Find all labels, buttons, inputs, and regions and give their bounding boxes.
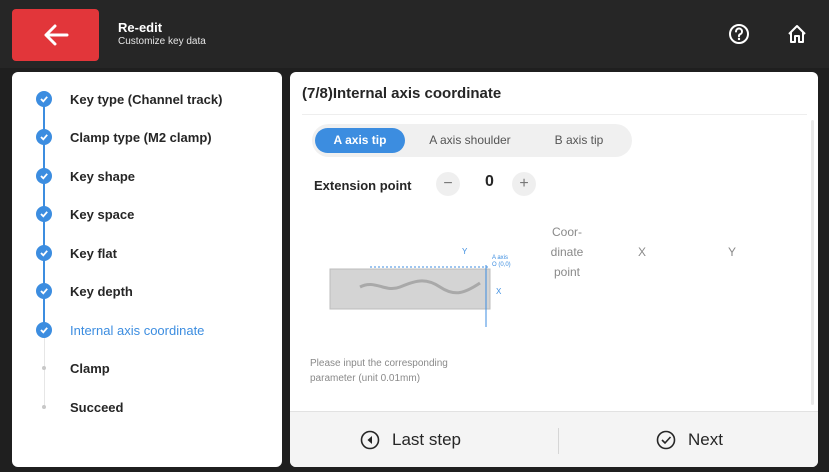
- step-item: Key space: [12, 195, 282, 233]
- next-label: Next: [688, 430, 723, 449]
- key-axis-diagram: Y X A axis O (0,0): [320, 247, 520, 337]
- help-circle-icon[interactable]: [728, 23, 750, 45]
- pending-dot-icon: [42, 405, 46, 409]
- step-label: Key type (Channel track): [70, 91, 223, 107]
- hint-line: Please input the corresponding: [310, 358, 448, 369]
- header-bar: Re-edit Customize key data: [0, 0, 829, 68]
- footer-divider: [558, 428, 559, 454]
- back-button[interactable]: [12, 9, 99, 61]
- step-label: Succeed: [70, 399, 124, 415]
- scrollbar[interactable]: [811, 120, 814, 405]
- check-icon: [36, 322, 52, 338]
- circle-check-icon: [656, 430, 676, 450]
- axis-tabs: A axis tip A axis shoulder B axis tip: [312, 124, 632, 157]
- decrement-button[interactable]: −: [436, 172, 460, 196]
- x-column-header: X: [637, 245, 646, 259]
- content-panel: (7/8)Internal axis coordinate A axis tip…: [290, 72, 818, 467]
- step-label: Key depth: [70, 283, 133, 299]
- extension-point-label: Extension point: [314, 178, 412, 193]
- step-label: Key shape: [70, 168, 136, 184]
- axis-y-label: Y: [462, 247, 468, 256]
- step-label: Internal axis coordinate: [70, 322, 205, 338]
- y-column-header: Y: [727, 245, 736, 259]
- home-icon[interactable]: [786, 23, 808, 45]
- page-subtitle: Customize key data: [118, 36, 206, 47]
- step-label: Clamp type (M2 clamp): [70, 129, 212, 145]
- header-titles: Re-edit Customize key data: [118, 20, 206, 49]
- tab-a-axis-shoulder[interactable]: A axis shoulder: [415, 128, 525, 153]
- step-label: Clamp: [70, 360, 110, 376]
- check-icon: [36, 206, 52, 222]
- next-button[interactable]: Next: [656, 412, 723, 467]
- origin-label: A axis: [492, 255, 509, 261]
- page-title: Re-edit: [118, 20, 163, 35]
- last-step-label: Last step: [392, 430, 461, 449]
- step-item: Clamp: [12, 349, 282, 387]
- step-label: Key flat: [70, 245, 117, 261]
- tab-b-axis-tip[interactable]: B axis tip: [534, 128, 624, 153]
- step-item: Key shape: [12, 157, 282, 195]
- coord-header-line: Coor-: [551, 225, 582, 239]
- footer-bar: Last step Next: [290, 411, 818, 467]
- divider: [302, 114, 807, 115]
- coord-header-line: point: [553, 265, 581, 279]
- tab-a-axis-tip[interactable]: A axis tip: [315, 128, 405, 153]
- step-label: Key space: [70, 206, 135, 222]
- step-item: Key depth: [12, 272, 282, 310]
- coordinate-point-header: Coor- dinate point: [542, 222, 592, 282]
- circle-arrow-left-icon: [360, 430, 380, 450]
- step-item: Succeed: [12, 388, 282, 426]
- step-item: Key type (Channel track): [12, 80, 282, 118]
- check-icon: [36, 245, 52, 261]
- key-blade-illustration: [329, 265, 491, 327]
- step-item: Key flat: [12, 234, 282, 272]
- increment-button[interactable]: +: [512, 172, 536, 196]
- check-icon: [36, 283, 52, 299]
- axis-x-label: X: [496, 287, 502, 296]
- pending-dot-icon: [42, 366, 46, 370]
- last-step-button[interactable]: Last step: [360, 412, 461, 467]
- hint-line: parameter (unit 0.01mm): [310, 373, 421, 384]
- section-title: (7/8)Internal axis coordinate: [302, 85, 502, 102]
- input-hint: Please input the corresponding parameter…: [310, 356, 540, 386]
- steps-panel: Key type (Channel track) Clamp type (M2 …: [12, 72, 282, 467]
- coord-header-line: dinate: [550, 245, 584, 259]
- check-icon: [36, 91, 52, 107]
- arrow-left-icon: [44, 24, 68, 46]
- step-item-current: Internal axis coordinate: [12, 311, 282, 349]
- origin-coords: O (0,0): [492, 262, 511, 268]
- check-icon: [36, 168, 52, 184]
- check-icon: [36, 129, 52, 145]
- step-item: Clamp type (M2 clamp): [12, 118, 282, 156]
- extension-point-value: 0: [485, 173, 494, 190]
